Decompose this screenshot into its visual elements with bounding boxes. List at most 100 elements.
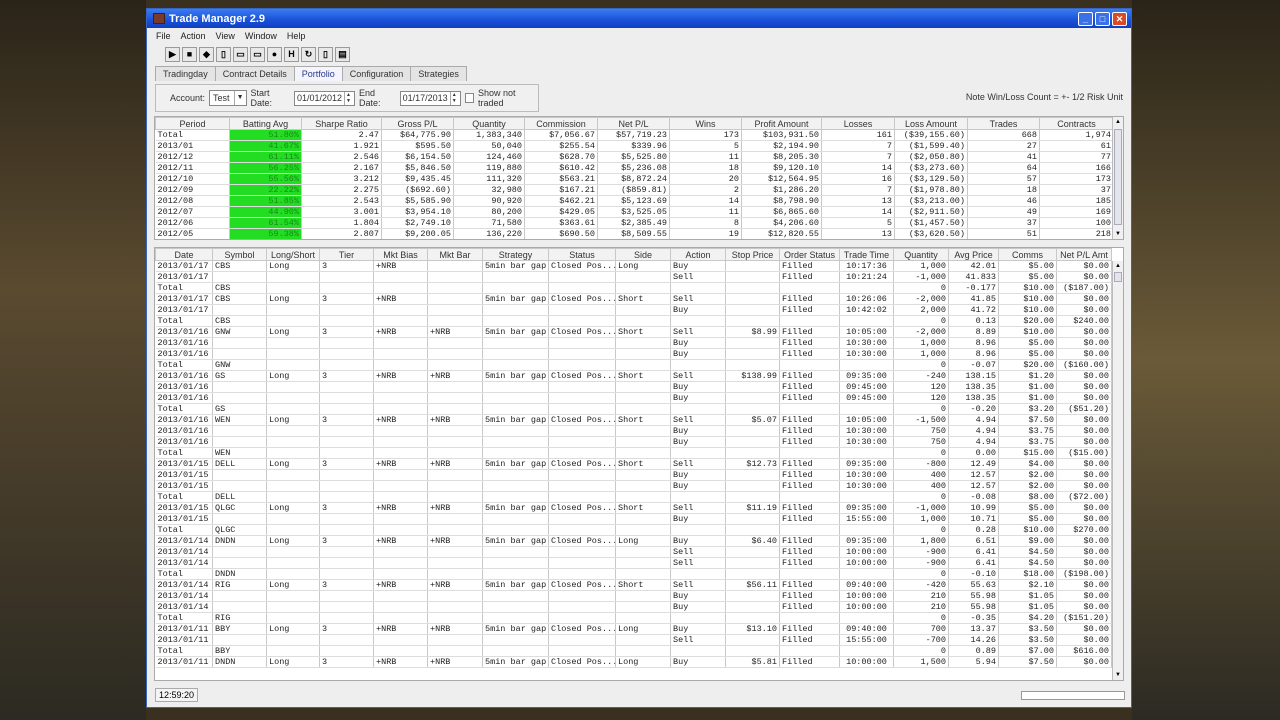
account-select[interactable]: Test ▼ [209,90,247,106]
table-row[interactable]: 2013/01/15 Buy Filled 10:30:00 400 12.57 $2.00… [155,480,1112,492]
start-date-field[interactable]: 01/01/2012 ▲ ▼ [293,90,355,106]
end-date-field[interactable]: 01/17/2013 ▲ ▼ [399,90,461,106]
table-row[interactable]: 2012/12 61.11% 2.546 $6,154.50 124,460 $628.7… [155,151,1114,163]
table-row[interactable]: 2012/06 61.54% 1.804 $2,749.10 71,580 $363.61… [155,217,1114,229]
column-header[interactable]: Tier [319,248,374,261]
column-header[interactable]: Gross P/L [381,117,454,130]
stop-icon[interactable]: ● [267,46,282,62]
table-row[interactable]: 2012/07 44.90% 3.001 $3,954.10 80,200 $429.05… [155,206,1114,218]
table-row[interactable]: 2012/11 56.25% 2.167 $5,846.50 119,880 $610.4… [155,162,1114,174]
tab-strategies[interactable]: Strategies [410,66,467,81]
table-row[interactable]: Total GS 0 -0.20 $3.20 ($51.20) [155,403,1112,415]
table-row[interactable]: 2013/01/16 WEN Long 3 +NRB +NRB 5min bar gap Cl… [155,414,1112,426]
table-row[interactable]: 2013/01/14 Sell Filled 10:00:00 -900 6.41 $4.5… [155,546,1112,558]
table-row[interactable]: 2013/01/15 DELL Long 3 +NRB +NRB 5min bar gap C… [155,458,1112,470]
column-header[interactable]: Long/Short [266,248,320,261]
table-row[interactable]: 2013/01/14 Sell Filled 10:00:00 -900 6.41 $4.5… [155,557,1112,569]
scroll-thumb[interactable] [1114,129,1122,225]
table-row[interactable]: 2013/01/17 CBS Long 3 +NRB 5min bar gap Closed… [155,293,1112,305]
column-header[interactable]: Mkt Bar [427,248,483,261]
save-icon[interactable]: ■ [182,46,197,62]
column-header[interactable]: Wins [669,117,742,130]
table-row[interactable]: 2013/01/14 DNDN Long 3 +NRB +NRB 5min bar gap C… [155,535,1112,547]
column-header[interactable]: Batting Avg [229,117,302,130]
scroll-down-icon[interactable]: ▼ [1113,229,1123,239]
table-row[interactable]: 2013/01/17 Buy Filled 10:42:02 2,000 41.72 $10… [155,304,1112,316]
column-header[interactable]: Avg Price [948,248,999,261]
table-row[interactable]: 2013/01 41.67% 1.921 $595.50 50,040 $255.54 $3… [155,140,1114,152]
table-row[interactable]: 2013/01/16 Buy Filled 10:30:00 1,000 8.96 $5.0… [155,337,1112,349]
column-header[interactable]: Profit Amount [741,117,822,130]
table-row[interactable]: Total RIG 0 -0.35 $4.20 ($151.20) [155,612,1112,624]
open-icon[interactable]: ▶ [165,46,180,62]
summary-scrollbar[interactable]: ▲ ▼ [1112,117,1123,239]
column-header[interactable]: Contracts [1039,117,1114,130]
paste-icon[interactable]: ▭ [250,46,265,62]
column-header[interactable]: Date [155,248,213,261]
table-row[interactable]: Total BBY 0 0.89 $7.00 $616.00 [155,645,1112,657]
table-row[interactable]: 2013/01/15 Buy Filled 15:55:00 1,000 10.71 $5.… [155,513,1112,525]
table-row[interactable]: 2013/01/11 DNDN Long 3 +NRB +NRB 5min bar gap C… [155,656,1112,668]
scroll-up-icon[interactable]: ▲ [1113,261,1123,271]
menu-help[interactable]: Help [287,31,306,41]
table-row[interactable]: 2013/01/14 RIG Long 3 +NRB +NRB 5min bar gap Cl… [155,579,1112,591]
table-row[interactable]: 2013/01/11 BBY Long 3 +NRB +NRB 5min bar gap Cl… [155,623,1112,635]
show-not-traded-checkbox[interactable] [464,93,474,103]
column-header[interactable]: Status [548,248,616,261]
scroll-down-icon[interactable]: ▼ [1113,670,1123,680]
spinner-icon[interactable]: ▲ ▼ [449,91,458,105]
tab-portfolio[interactable]: Portfolio [293,66,343,81]
column-header[interactable]: Period [155,117,230,130]
report-icon[interactable]: ▤ [335,46,350,62]
doc-icon[interactable]: ▯ [216,46,231,62]
table-row[interactable]: 2013/01/16 Buy Filled 09:45:00 120 138.35 $1.0… [155,392,1112,404]
menu-file[interactable]: File [156,31,171,41]
chevron-down-icon[interactable]: ▼ [233,91,246,105]
table-row[interactable]: 2012/08 51.85% 2.543 $5,585.90 90,920 $462.21… [155,195,1114,207]
spinner-icon[interactable]: ▲ ▼ [343,91,352,105]
table-row[interactable]: 2013/01/14 Buy Filled 10:00:00 210 55.98 $1.05… [155,601,1112,613]
scroll-thumb[interactable] [1114,272,1122,282]
column-header[interactable]: Losses [821,117,895,130]
table-row[interactable]: Total CBS 0 -0.177 $10.00 ($187.00) [155,282,1112,294]
maximize-button[interactable]: □ [1095,11,1110,26]
column-header[interactable]: Action [670,248,726,261]
column-header[interactable]: Net P/L [597,117,670,130]
menu-window[interactable]: Window [245,31,277,41]
table-row[interactable]: Total GNW 0 -0.07 $20.00 ($160.00) [155,359,1112,371]
clipboard-icon[interactable]: ▯ [318,46,333,62]
column-header[interactable]: Commission [524,117,598,130]
column-header[interactable]: Quantity [893,248,949,261]
column-header[interactable]: Mkt Bias [373,248,428,261]
table-row[interactable]: 2013/01/16 GS Long 3 +NRB +NRB 5min bar gap Clo… [155,370,1112,382]
table-row[interactable]: Total CBS 0 0.13 $20.00 $240.00 [155,315,1112,327]
table-row[interactable]: 2013/01/11 Sell Filled 15:55:00 -700 14.26 $3.… [155,634,1112,646]
column-header[interactable]: Trades [967,117,1040,130]
h-icon[interactable]: H [284,46,299,62]
tab-tradingday[interactable]: Tradingday [155,66,216,81]
tab-contract-details[interactable]: Contract Details [214,66,295,81]
book-icon[interactable]: ◆ [199,46,214,62]
column-header[interactable]: Stop Price [725,248,780,261]
trades-scrollbar[interactable]: ▲ ▼ [1112,261,1123,680]
menu-view[interactable]: View [216,31,235,41]
column-header[interactable]: Symbol [212,248,267,261]
table-row[interactable]: Total WEN 0 0.00 $15.00 ($15.00) [155,447,1112,459]
table-row[interactable]: 2013/01/16 Buy Filled 10:30:00 750 4.94 $3.75 $… [155,436,1112,448]
column-header[interactable]: Comms [998,248,1057,261]
table-row[interactable]: 2013/01/16 Buy Filled 10:30:00 750 4.94 $3.75 $… [155,425,1112,437]
column-header[interactable]: Side [615,248,671,261]
column-header[interactable]: Net P/L Amt [1056,248,1112,261]
column-header[interactable]: Loss Amount [894,117,968,130]
table-row[interactable]: 2013/01/17 CBS Long 3 +NRB 5min bar gap Closed… [155,260,1112,272]
table-row[interactable]: 2013/01/15 QLGC Long 3 +NRB +NRB 5min bar gap C… [155,502,1112,514]
table-row[interactable]: Total QLGC 0 0.28 $10.00 $270.00 [155,524,1112,536]
column-header[interactable]: Sharpe Ratio [301,117,382,130]
column-header[interactable]: Quantity [453,117,525,130]
scroll-up-icon[interactable]: ▲ [1113,117,1123,127]
title-bar[interactable]: Trade Manager 2.9 _ □ ✕ [147,9,1131,28]
table-row[interactable]: 2012/05 59.38% 2.807 $9,200.05 136,220 $690.5… [155,228,1114,239]
table-row[interactable]: 2013/01/16 GNW Long 3 +NRB +NRB 5min bar gap Cl… [155,326,1112,338]
table-row[interactable]: Total DNDN 0 -0.10 $18.00 ($198.00) [155,568,1112,580]
minimize-button[interactable]: _ [1078,11,1093,26]
